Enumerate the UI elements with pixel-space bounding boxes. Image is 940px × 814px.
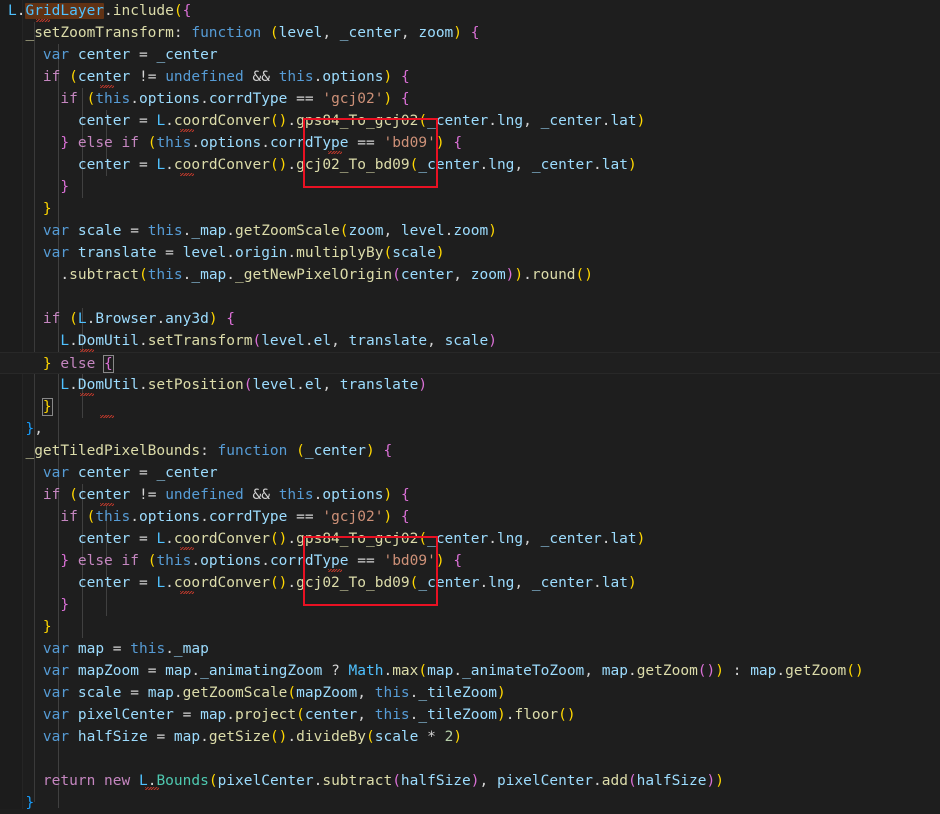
code-line[interactable]	[0, 286, 940, 308]
code-line[interactable]: }	[0, 198, 940, 220]
code-line[interactable]: center = L.coordConver().gcj02_To_bd09(_…	[0, 572, 940, 594]
code-line[interactable]: },	[0, 418, 940, 440]
code-line[interactable]: _setZoomTransform: function (level, _cen…	[0, 22, 940, 44]
code-line[interactable]: return new L.Bounds(pixelCenter.subtract…	[0, 770, 940, 792]
code-line[interactable]: center = L.coordConver().gcj02_To_bd09(_…	[0, 154, 940, 176]
code-line[interactable]: var translate = level.origin.multiplyBy(…	[0, 242, 940, 264]
code-editor[interactable]: L.GridLayer.include({ _setZoomTransform:…	[0, 0, 940, 811]
code-line[interactable]: var scale = map.getZoomScale(mapZoom, th…	[0, 682, 940, 704]
code-line[interactable]: }	[0, 594, 940, 616]
bracket-match-open: {	[103, 355, 114, 373]
code-line[interactable]: var halfSize = map.getSize().divideBy(sc…	[0, 726, 940, 748]
code-line[interactable]: var map = this._map	[0, 638, 940, 660]
code-line[interactable]: L.GridLayer.include({	[0, 0, 940, 22]
code-line[interactable]: if (center != undefined && this.options)…	[0, 66, 940, 88]
code-line[interactable]: .subtract(this._map._getNewPixelOrigin(c…	[0, 264, 940, 286]
word-highlight-gridlayer: GridLayer	[25, 3, 105, 19]
code-line-active[interactable]: } else {	[0, 352, 940, 374]
code-lines[interactable]: L.GridLayer.include({ _setZoomTransform:…	[0, 0, 940, 811]
code-line[interactable]: var center = _center	[0, 44, 940, 66]
code-line[interactable]: }	[0, 792, 940, 814]
code-line[interactable]: _getTiledPixelBounds: function (_center)…	[0, 440, 940, 462]
code-line[interactable]: var center = _center	[0, 462, 940, 484]
code-line[interactable]: var mapZoom = map._animatingZoom ? Math.…	[0, 660, 940, 682]
code-line[interactable]: if (this.options.corrdType == 'gcj02') {	[0, 506, 940, 528]
code-line[interactable]: L.DomUtil.setTransform(level.el, transla…	[0, 330, 940, 352]
code-line[interactable]: }	[0, 616, 940, 638]
code-line[interactable]: if (center != undefined && this.options)…	[0, 484, 940, 506]
code-line[interactable]: }	[0, 176, 940, 198]
code-line[interactable]: center = L.coordConver().gps84_To_gcj02(…	[0, 528, 940, 550]
code-line[interactable]: center = L.coordConver().gps84_To_gcj02(…	[0, 110, 940, 132]
code-line[interactable]: L.DomUtil.setPosition(level.el, translat…	[0, 374, 940, 396]
code-line[interactable]: } else if (this.options.corrdType == 'bd…	[0, 550, 940, 572]
code-line[interactable]	[0, 748, 940, 770]
code-line[interactable]: }	[0, 396, 940, 418]
bracket-match-close: }	[41, 398, 53, 416]
code-line[interactable]: if (this.options.corrdType == 'gcj02') {	[0, 88, 940, 110]
code-line[interactable]: var scale = this._map.getZoomScale(zoom,…	[0, 220, 940, 242]
code-line[interactable]: } else if (this.options.corrdType == 'bd…	[0, 132, 940, 154]
code-line[interactable]: if (L.Browser.any3d) {	[0, 308, 940, 330]
code-line[interactable]: var pixelCenter = map.project(center, th…	[0, 704, 940, 726]
